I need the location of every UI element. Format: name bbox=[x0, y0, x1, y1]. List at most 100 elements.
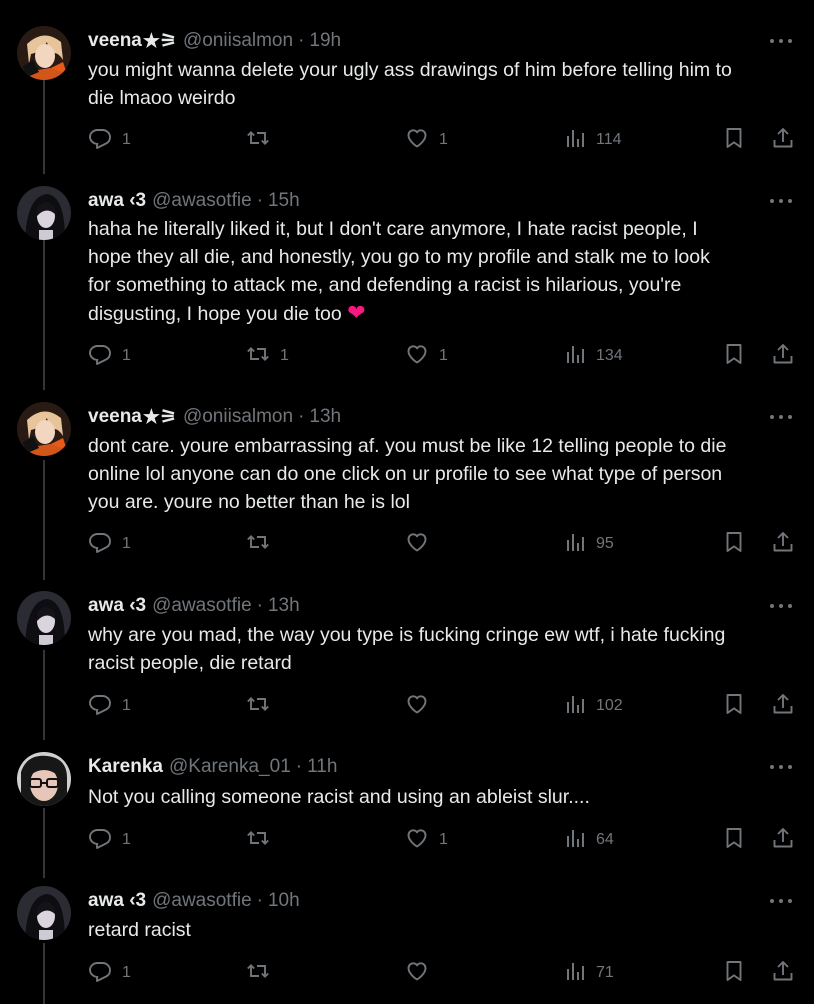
tweet-header: veena ★⚞ @oniisalmon · 19h bbox=[88, 30, 341, 52]
like-icon bbox=[405, 342, 429, 371]
view-count: 134 bbox=[596, 347, 623, 364]
avatar[interactable] bbox=[17, 26, 71, 80]
more-icon[interactable] bbox=[768, 34, 794, 48]
reply-button[interactable]: 1 bbox=[88, 128, 131, 152]
retweet-button[interactable] bbox=[246, 532, 280, 556]
timestamp[interactable]: 10h bbox=[268, 890, 300, 912]
tweet-text-line: you are. youre no better than he is lol bbox=[88, 491, 410, 513]
tweet-header: awa ‹3 @awasotfie · 15h bbox=[88, 190, 300, 212]
like-button[interactable] bbox=[405, 532, 439, 556]
views-button[interactable]: 95 bbox=[564, 532, 614, 556]
tweet-text: dont care. youre embarrassing af. you mu… bbox=[88, 432, 803, 516]
share-button[interactable] bbox=[771, 343, 795, 368]
like-count: 1 bbox=[439, 131, 448, 148]
views-button[interactable]: 64 bbox=[564, 828, 614, 852]
views-button[interactable]: 134 bbox=[564, 344, 623, 368]
user-handle[interactable]: @awasotfie bbox=[152, 890, 252, 912]
display-name[interactable]: awa ‹3 bbox=[88, 190, 146, 212]
bookmark-icon bbox=[722, 692, 746, 721]
reply-button[interactable]: 1 bbox=[88, 344, 131, 368]
separator: · bbox=[256, 890, 263, 911]
views-button[interactable]: 114 bbox=[564, 128, 622, 152]
bookmark-button[interactable] bbox=[722, 531, 746, 556]
retweet-icon bbox=[246, 692, 270, 721]
reply-count: 1 bbox=[122, 697, 131, 714]
reply-button[interactable]: 1 bbox=[88, 694, 131, 718]
avatar[interactable] bbox=[17, 591, 71, 645]
reply-button[interactable]: 1 bbox=[88, 532, 131, 556]
share-icon bbox=[771, 959, 795, 988]
avatar[interactable] bbox=[17, 886, 71, 940]
more-icon[interactable] bbox=[768, 194, 794, 208]
bookmark-button[interactable] bbox=[722, 827, 746, 852]
timestamp[interactable]: 11h bbox=[307, 756, 337, 778]
like-count: 1 bbox=[439, 347, 448, 364]
share-button[interactable] bbox=[771, 959, 795, 988]
user-handle[interactable]: @oniisalmon bbox=[183, 406, 293, 428]
name-badge: ★⚞ bbox=[142, 30, 177, 52]
action-bar: 1 1 114 bbox=[88, 126, 798, 155]
reply-button[interactable]: 1 bbox=[88, 961, 131, 985]
tweet-text-line: you might wanna delete your ugly ass dra… bbox=[88, 59, 732, 81]
timestamp[interactable]: 15h bbox=[268, 190, 300, 212]
avatar[interactable] bbox=[17, 402, 71, 456]
retweet-button[interactable] bbox=[246, 961, 280, 985]
display-name[interactable]: awa ‹3 bbox=[88, 890, 146, 912]
bookmark-button[interactable] bbox=[722, 692, 746, 721]
bookmark-icon bbox=[722, 126, 746, 155]
more-icon[interactable] bbox=[768, 599, 794, 613]
like-icon bbox=[405, 126, 429, 155]
display-name[interactable]: veena bbox=[88, 30, 142, 52]
reply-button[interactable]: 1 bbox=[88, 828, 131, 852]
share-button[interactable] bbox=[771, 826, 795, 855]
like-button[interactable] bbox=[405, 694, 439, 718]
like-button[interactable]: 1 bbox=[405, 828, 448, 852]
like-button[interactable]: 1 bbox=[405, 128, 448, 152]
share-button[interactable] bbox=[771, 531, 795, 556]
retweet-count: 1 bbox=[280, 347, 289, 364]
timestamp[interactable]: 13h bbox=[309, 406, 341, 428]
avatar[interactable] bbox=[17, 752, 71, 806]
display-name[interactable]: veena bbox=[88, 406, 142, 428]
bookmark-button[interactable] bbox=[722, 126, 746, 155]
retweet-button[interactable] bbox=[246, 694, 280, 718]
view-count: 102 bbox=[596, 697, 623, 714]
more-icon[interactable] bbox=[768, 760, 794, 774]
tweet-text-line: disgusting, I hope you die too ❤ bbox=[88, 300, 366, 325]
like-icon bbox=[405, 692, 429, 721]
share-button[interactable] bbox=[771, 693, 795, 718]
tweet-text: retard racist bbox=[88, 916, 803, 944]
views-button[interactable]: 102 bbox=[564, 694, 623, 718]
avatar[interactable] bbox=[17, 186, 71, 240]
user-handle[interactable]: @oniisalmon bbox=[183, 30, 293, 52]
like-button[interactable]: 1 bbox=[405, 344, 448, 368]
display-name[interactable]: Karenka bbox=[88, 756, 163, 778]
share-icon bbox=[771, 826, 795, 855]
views-button[interactable]: 71 bbox=[564, 961, 614, 985]
reply-icon bbox=[88, 342, 112, 371]
views-icon bbox=[564, 959, 588, 988]
action-bar: 1 95 bbox=[88, 531, 798, 556]
more-icon[interactable] bbox=[768, 410, 794, 424]
retweet-button[interactable]: 1 bbox=[246, 344, 289, 368]
retweet-icon bbox=[246, 530, 270, 559]
share-button[interactable] bbox=[771, 127, 795, 152]
retweet-button[interactable] bbox=[246, 128, 280, 152]
display-name[interactable]: awa ‹3 bbox=[88, 595, 146, 617]
bookmark-button[interactable] bbox=[722, 343, 746, 368]
separator: · bbox=[256, 190, 263, 211]
bookmark-button[interactable] bbox=[722, 960, 746, 985]
tweet-text: you might wanna delete your ugly ass dra… bbox=[88, 56, 803, 112]
heart-emoji: ❤ bbox=[347, 300, 366, 325]
retweet-button[interactable] bbox=[246, 828, 280, 852]
timestamp[interactable]: 19h bbox=[309, 30, 341, 52]
user-handle[interactable]: @awasotfie bbox=[152, 595, 252, 617]
user-handle[interactable]: @Karenka_01 bbox=[169, 756, 291, 778]
thread-line bbox=[43, 80, 45, 174]
more-icon[interactable] bbox=[768, 894, 794, 908]
user-handle[interactable]: @awasotfie bbox=[152, 190, 252, 212]
view-count: 64 bbox=[596, 831, 614, 848]
timestamp[interactable]: 13h bbox=[268, 595, 300, 617]
like-button[interactable] bbox=[405, 961, 439, 985]
separator: · bbox=[298, 406, 305, 427]
